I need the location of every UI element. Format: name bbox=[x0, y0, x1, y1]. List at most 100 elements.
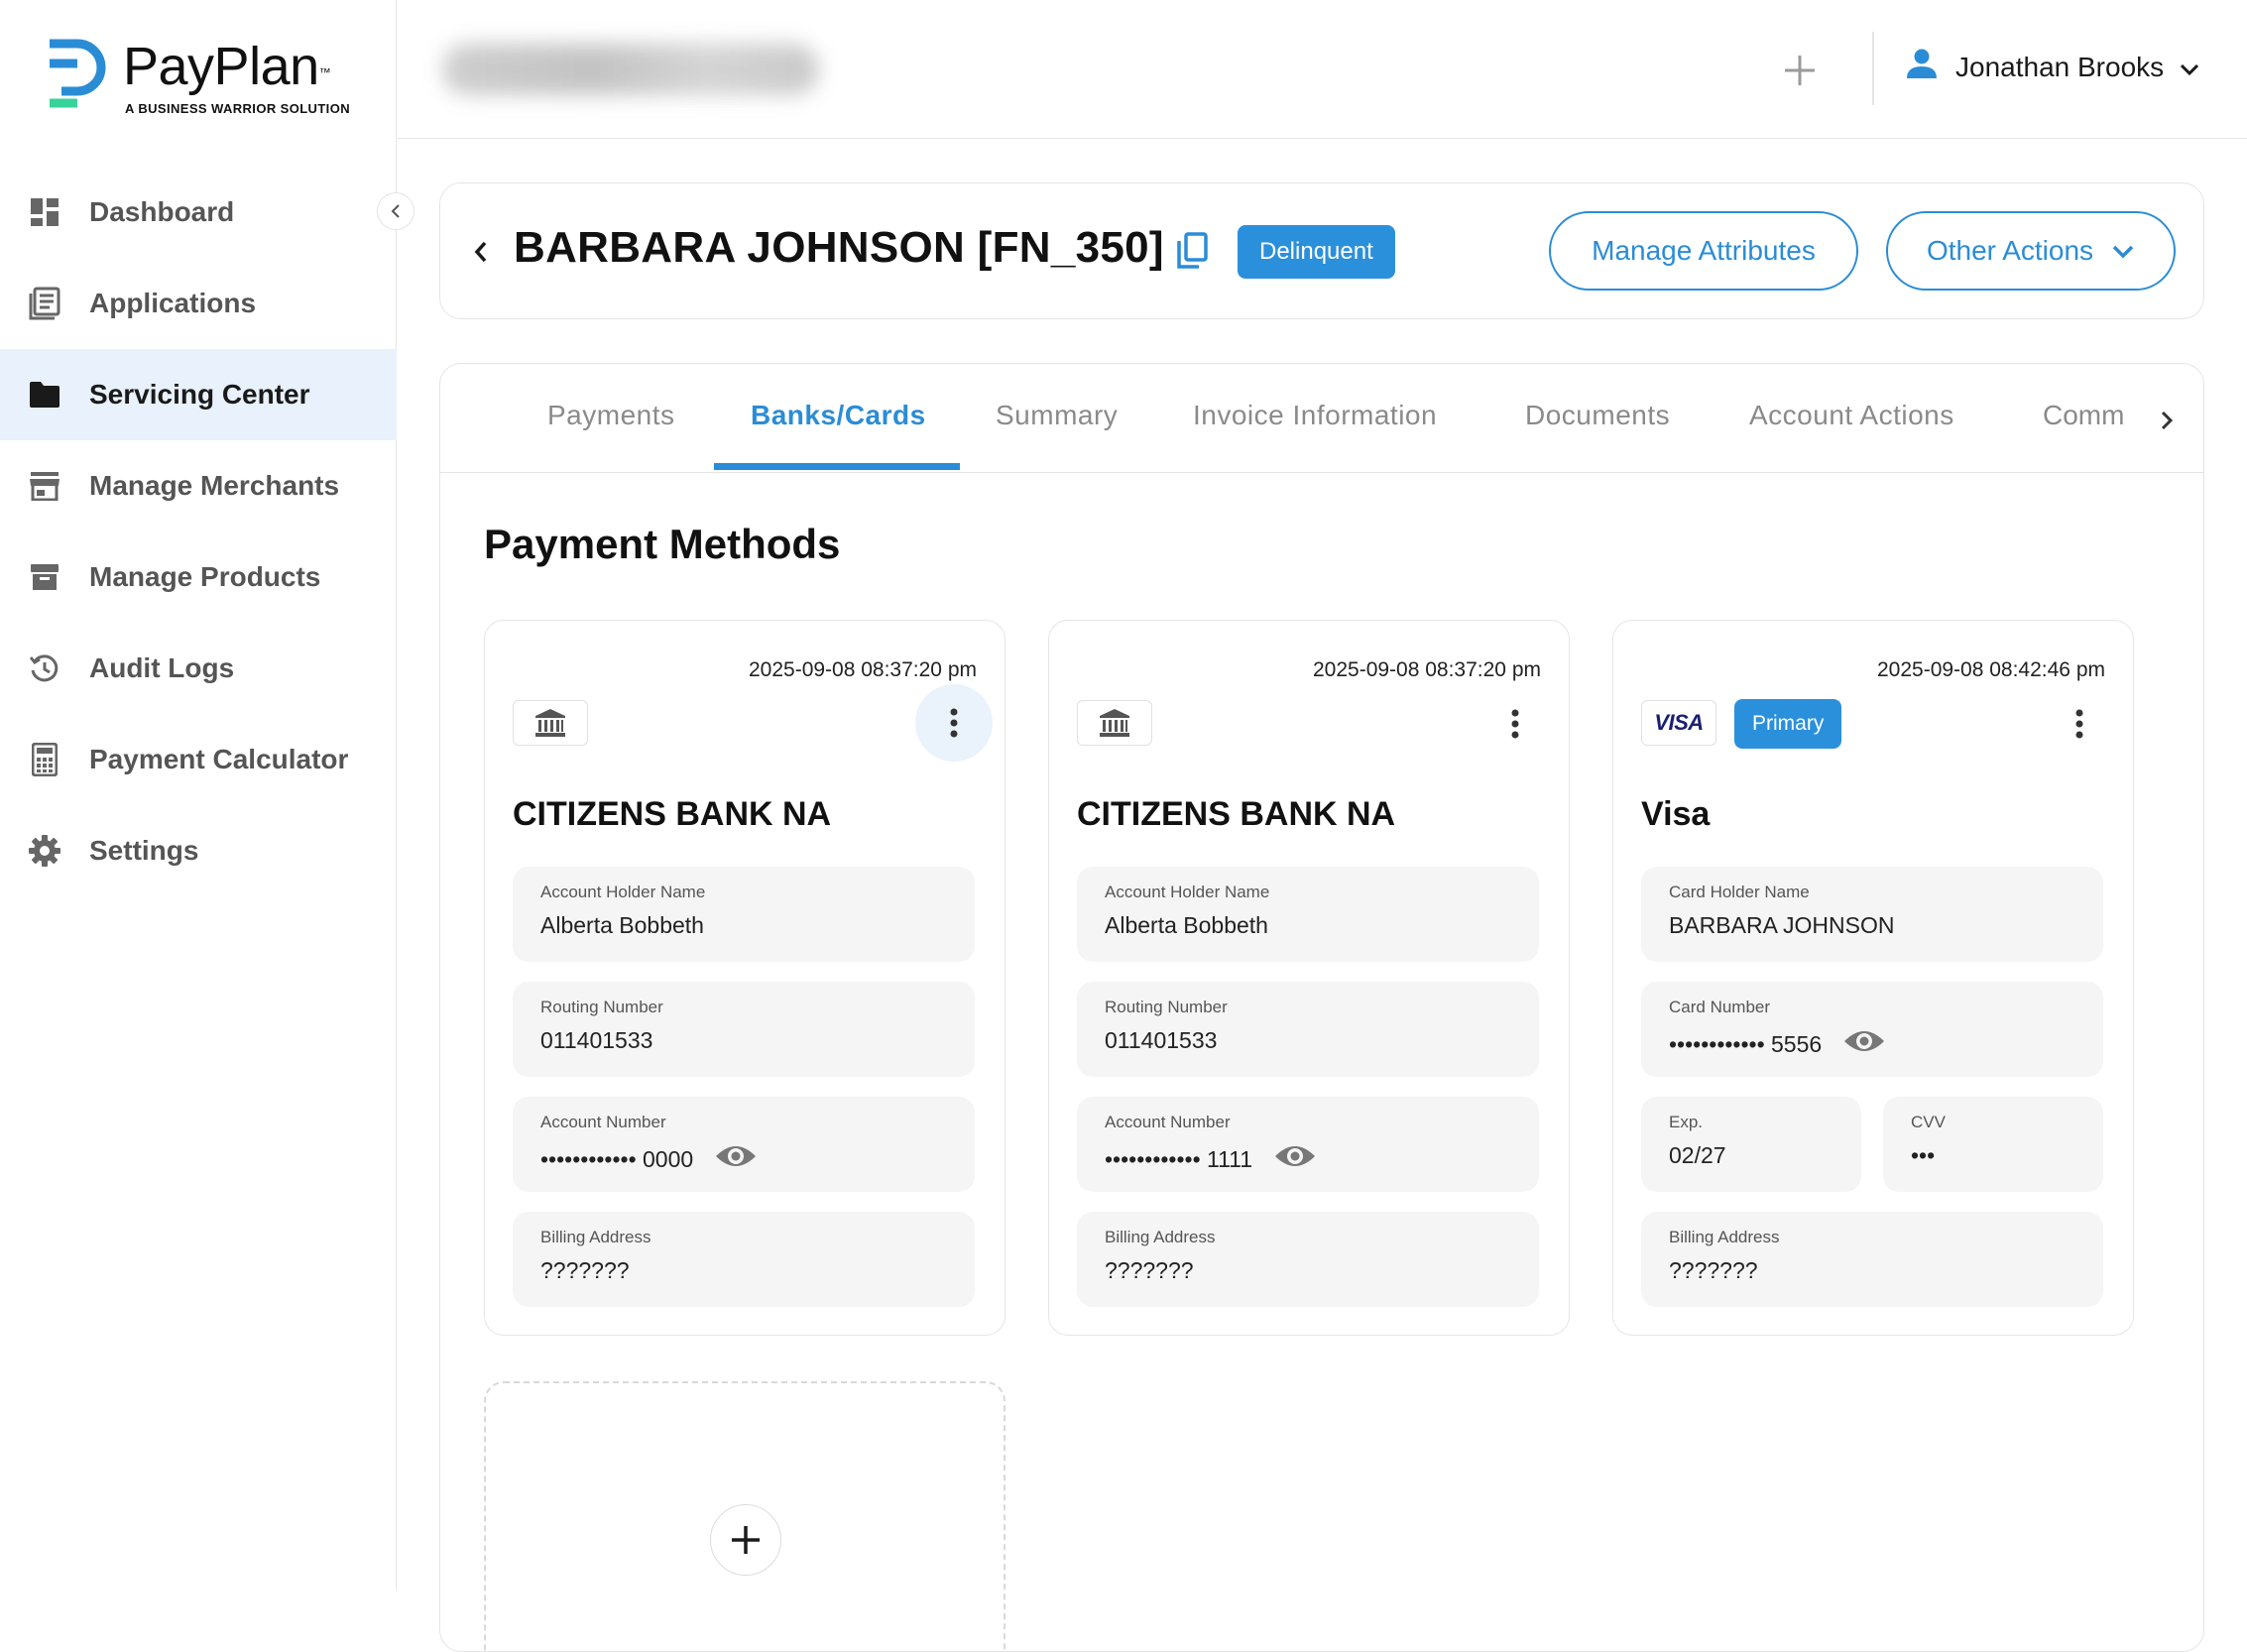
applications-icon bbox=[28, 287, 61, 320]
add-payment-method-button[interactable] bbox=[710, 1504, 781, 1576]
main-panel: Payments Banks/Cards Summary Invoice Inf… bbox=[439, 363, 2204, 1652]
store-icon bbox=[28, 469, 61, 503]
field-label: Routing Number bbox=[1105, 998, 1228, 1016]
field-label: CVV bbox=[1911, 1113, 1946, 1131]
user-menu[interactable]: Jonathan Brooks bbox=[1906, 48, 2199, 86]
other-actions-button[interactable]: Other Actions bbox=[1886, 211, 2176, 291]
field-value: 02/27 bbox=[1669, 1142, 1726, 1168]
routing-number-field: Routing Number 011401533 bbox=[1077, 982, 1539, 1077]
sidebar-item-manage-merchants[interactable]: Manage Merchants bbox=[0, 440, 397, 531]
sidebar-item-label: Payment Calculator bbox=[89, 744, 349, 774]
kebab-menu-icon bbox=[1511, 709, 1519, 739]
sidebar-item-payment-calculator[interactable]: Payment Calculator bbox=[0, 714, 397, 805]
section-title: Payment Methods bbox=[484, 521, 841, 567]
sidebar-item-label: Settings bbox=[89, 835, 199, 866]
field-label: Billing Address bbox=[1669, 1228, 1780, 1246]
billing-address-field: Billing Address ??????? bbox=[1641, 1212, 2103, 1307]
account-number-field: Account Number •••••••••••• 0000 bbox=[513, 1097, 975, 1192]
logo-wordmark: PayPlan bbox=[123, 37, 319, 96]
sidebar-item-settings[interactable]: Settings bbox=[0, 805, 397, 896]
tab-communications[interactable]: Comm bbox=[2043, 400, 2142, 431]
sidebar-item-manage-products[interactable]: Manage Products bbox=[0, 531, 397, 623]
add-payment-method-card[interactable] bbox=[484, 1381, 1005, 1651]
other-actions-label: Other Actions bbox=[1926, 235, 2094, 266]
kebab-menu-icon bbox=[950, 708, 958, 738]
plus-icon bbox=[1785, 56, 1815, 85]
sidebar-item-label: Manage Merchants bbox=[89, 470, 340, 501]
bank-icon bbox=[1077, 700, 1152, 746]
field-value: ??????? bbox=[540, 1257, 630, 1283]
card-holder-field: Card Holder Name BARBARA JOHNSON bbox=[1641, 867, 2103, 962]
payment-method-card: 2025-09-08 08:42:46 pm VISA Primary Visa… bbox=[1612, 620, 2134, 1336]
field-value: •••••••••••• 5556 bbox=[1669, 1030, 1823, 1057]
card-number-field: Card Number •••••••••••• 5556 bbox=[1641, 982, 2103, 1077]
field-label: Account Number bbox=[1105, 1113, 1231, 1131]
field-value: 011401533 bbox=[1105, 1027, 1218, 1053]
eye-icon[interactable] bbox=[1843, 1027, 1885, 1061]
tabs-scroll-right-button[interactable] bbox=[2152, 404, 2182, 437]
client-header: BARBARA JOHNSON [FN_350] Delinquent Mana… bbox=[439, 182, 2204, 319]
sidebar-collapse-button[interactable] bbox=[377, 192, 414, 230]
trademark-mark: ™ bbox=[318, 65, 331, 79]
archive-icon bbox=[28, 560, 61, 594]
manage-attributes-button[interactable]: Manage Attributes bbox=[1549, 211, 1858, 291]
sidebar-item-label: Servicing Center bbox=[89, 379, 310, 410]
bank-icon bbox=[513, 700, 588, 746]
sidebar-item-servicing-center[interactable]: Servicing Center bbox=[0, 349, 397, 440]
folder-icon bbox=[28, 378, 61, 412]
user-icon bbox=[1906, 48, 1938, 86]
tab-account-actions[interactable]: Account Actions bbox=[1749, 400, 1954, 431]
add-button[interactable] bbox=[1775, 46, 1825, 95]
logo-tagline: A BUSINESS WARRIOR SOLUTION bbox=[125, 101, 350, 116]
sidebar-item-audit-logs[interactable]: Audit Logs bbox=[0, 623, 397, 714]
sidebar-item-label: Dashboard bbox=[89, 196, 235, 227]
eye-icon[interactable] bbox=[1274, 1142, 1316, 1176]
chevron-down-icon bbox=[2111, 235, 2135, 267]
field-value: ••• bbox=[1911, 1142, 1936, 1168]
payplan-logo[interactable]: PayPlan™ A BUSINESS WARRIOR SOLUTION bbox=[48, 38, 350, 117]
chevron-right-icon bbox=[2161, 411, 2174, 430]
more-options-button[interactable] bbox=[915, 684, 993, 762]
active-tab-indicator bbox=[714, 463, 960, 470]
plus-icon bbox=[732, 1526, 760, 1554]
more-options-button[interactable] bbox=[2054, 698, 2105, 750]
field-label: Card Holder Name bbox=[1669, 883, 1810, 901]
top-bar: Jonathan Brooks bbox=[397, 0, 2247, 139]
calculator-icon bbox=[28, 743, 61, 776]
field-value: Alberta Bobbeth bbox=[1105, 912, 1268, 938]
more-options-button[interactable] bbox=[1489, 698, 1541, 750]
visa-logo-text: VISA bbox=[1654, 710, 1704, 735]
top-divider bbox=[1872, 32, 1874, 105]
eye-icon[interactable] bbox=[715, 1142, 757, 1176]
sidebar-item-dashboard[interactable]: Dashboard bbox=[0, 167, 397, 258]
tab-banks-cards[interactable]: Banks/Cards bbox=[751, 400, 926, 431]
tab-invoice-information[interactable]: Invoice Information bbox=[1193, 400, 1437, 431]
chevron-left-icon bbox=[391, 204, 400, 218]
field-value: BARBARA JOHNSON bbox=[1669, 912, 1895, 938]
cvv-field: CVV ••• bbox=[1883, 1097, 2103, 1192]
created-date: 2025-09-08 08:42:46 pm bbox=[1876, 658, 2105, 681]
created-date: 2025-09-08 08:37:20 pm bbox=[1312, 658, 1541, 681]
field-label: Exp. bbox=[1669, 1113, 1704, 1131]
field-value: •••••••••••• 0000 bbox=[540, 1145, 694, 1172]
tab-summary[interactable]: Summary bbox=[996, 400, 1118, 431]
field-label: Billing Address bbox=[1105, 1228, 1216, 1246]
field-label: Routing Number bbox=[540, 998, 663, 1016]
history-icon bbox=[28, 651, 61, 685]
copy-icon[interactable] bbox=[1174, 231, 1210, 276]
visa-logo: VISA bbox=[1641, 700, 1716, 746]
account-holder-field: Account Holder Name Alberta Bobbeth bbox=[1077, 867, 1539, 962]
payplan-logo-mark bbox=[48, 38, 109, 109]
tab-bar: Payments Banks/Cards Summary Invoice Inf… bbox=[440, 364, 2203, 473]
tab-documents[interactable]: Documents bbox=[1525, 400, 1670, 431]
field-value: Alberta Bobbeth bbox=[540, 912, 704, 938]
sidebar-item-applications[interactable]: Applications bbox=[0, 258, 397, 349]
back-button[interactable] bbox=[466, 235, 496, 269]
sidebar-nav: Dashboard Applications Servicing Center … bbox=[0, 167, 397, 896]
tab-payments[interactable]: Payments bbox=[547, 400, 675, 431]
sidebar-item-label: Audit Logs bbox=[89, 652, 235, 683]
field-value: ??????? bbox=[1105, 1257, 1194, 1283]
billing-address-field: Billing Address ??????? bbox=[1077, 1212, 1539, 1307]
sidebar-item-label: Manage Products bbox=[89, 561, 321, 592]
client-name: BARBARA JOHNSON [FN_350] bbox=[514, 223, 1164, 272]
